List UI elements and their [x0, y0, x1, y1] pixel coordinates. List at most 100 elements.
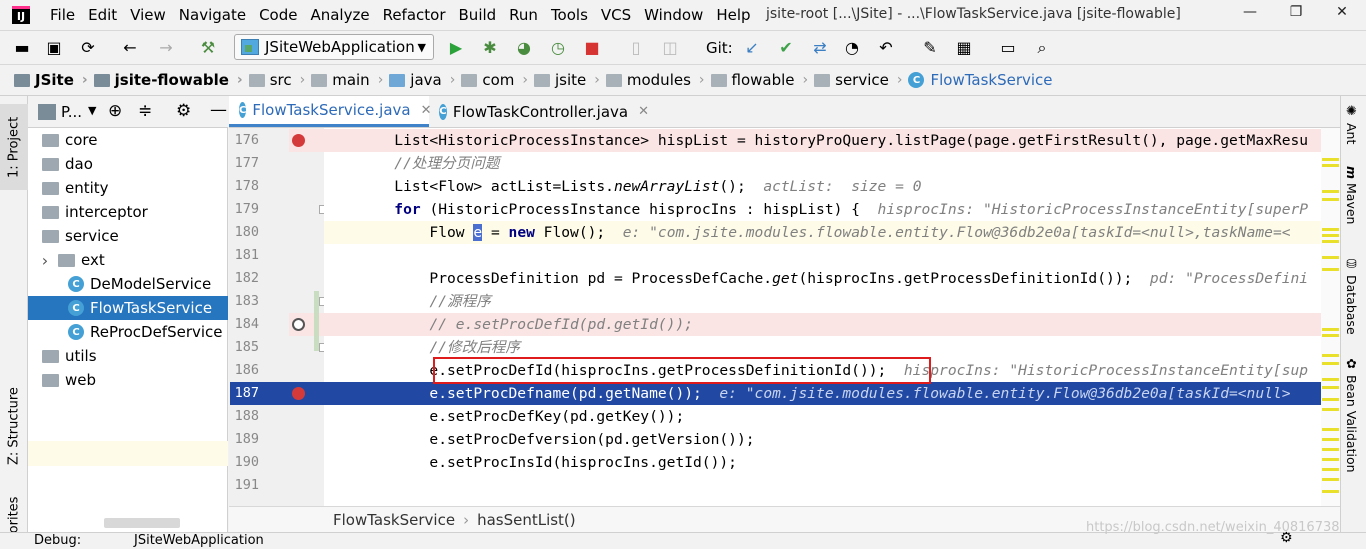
tree-item-service[interactable]: service — [28, 224, 228, 248]
code-line[interactable] — [324, 474, 1340, 497]
tree-item-dao[interactable]: dao — [28, 152, 228, 176]
line-number[interactable]: 177 — [229, 152, 259, 175]
run-configuration-select[interactable]: JSiteWebApplication ▼ — [234, 34, 434, 60]
debug-bug-icon[interactable]: ✱ — [480, 38, 500, 58]
editor-gutter[interactable]: 176 177 178 179 180 181 182 183 184 185 186 187 188 1… — [229, 128, 328, 506]
code-line[interactable]: e.setProcDefname(pd.getName()); e: "com.… — [324, 382, 1340, 405]
disabled-breakpoint-icon[interactable] — [292, 318, 305, 331]
line-number[interactable]: 191 — [229, 474, 259, 497]
line-number[interactable]: 189 — [229, 428, 259, 451]
stop-icon[interactable]: ■ — [582, 38, 602, 58]
menu-code[interactable]: Code — [259, 6, 297, 24]
stripe-mark[interactable] — [1322, 354, 1339, 357]
stripe-mark[interactable] — [1322, 468, 1339, 471]
stripe-mark[interactable] — [1322, 334, 1339, 337]
debug-label[interactable]: Debug: — [34, 533, 81, 548]
project-view-select[interactable]: P... — [61, 103, 82, 121]
menu-navigate[interactable]: Navigate — [179, 6, 246, 24]
terminal-icon[interactable]: ▭ — [998, 38, 1018, 58]
crumb-service[interactable]: service › — [814, 71, 902, 89]
line-number[interactable]: 176 — [229, 129, 259, 152]
code-line[interactable]: e.setProcInsId(hisprocIns.getId()); — [324, 451, 1340, 474]
menu-view[interactable]: View — [130, 6, 166, 24]
close-window-icon[interactable]: ✕ — [1330, 4, 1354, 26]
profile-icon[interactable]: ◷ — [548, 38, 568, 58]
code-line[interactable]: //处理分页问题 — [324, 152, 1340, 175]
line-number[interactable]: 183 — [229, 290, 259, 313]
locate-target-icon[interactable]: ⊕ — [108, 101, 122, 121]
editor-error-stripe[interactable] — [1321, 128, 1340, 506]
stripe-mark[interactable] — [1322, 190, 1339, 193]
code-line[interactable]: e.setProcDefKey(pd.getKey()); — [324, 405, 1340, 428]
line-number[interactable]: 184 — [229, 313, 259, 336]
crumb-src[interactable]: src › — [248, 71, 305, 89]
crumb-jsite-pkg[interactable]: jsite › — [534, 71, 600, 89]
breakpoint-icon[interactable] — [292, 134, 305, 147]
menu-file[interactable]: File — [50, 6, 75, 24]
stripe-mark[interactable] — [1322, 268, 1339, 271]
crumb-modules[interactable]: modules › — [605, 71, 705, 89]
tree-item-core[interactable]: core — [28, 128, 228, 152]
run-icon[interactable]: ▶ — [446, 38, 466, 58]
stripe-mark[interactable] — [1322, 158, 1339, 161]
line-number[interactable]: 187 — [229, 382, 259, 405]
chevron-down-icon[interactable]: ▼ — [88, 104, 96, 117]
stripe-mark[interactable] — [1322, 478, 1339, 481]
tree-item-utils[interactable]: utils — [28, 344, 228, 368]
open-folder-icon[interactable]: ▬ — [12, 38, 32, 58]
search-icon[interactable]: ⌕ — [1032, 38, 1052, 58]
line-number[interactable]: 190 — [229, 451, 259, 474]
stripe-mark[interactable] — [1322, 490, 1339, 493]
tree-item-interceptor[interactable]: interceptor — [28, 200, 228, 224]
save-icon[interactable]: ▣ — [44, 38, 64, 58]
code-editor[interactable]: List<HistoricProcessInstance> hispList =… — [324, 128, 1340, 506]
tab-structure[interactable]: Z: Structure — [0, 376, 28, 476]
vcs-change-marker[interactable] — [314, 291, 319, 351]
tree-item-web[interactable]: web — [28, 368, 228, 392]
code-line[interactable]: List<HistoricProcessInstance> hispList =… — [324, 129, 1340, 152]
crumb-method[interactable]: hasSentList() — [477, 511, 576, 529]
stripe-mark[interactable] — [1322, 362, 1339, 365]
line-number[interactable]: 185 — [229, 336, 259, 359]
code-line[interactable]: e.setProcDefversion(pd.getVersion()); — [324, 428, 1340, 451]
stripe-mark[interactable] — [1322, 328, 1339, 331]
line-number[interactable]: 182 — [229, 267, 259, 290]
project-structure-icon[interactable]: ▦ — [954, 38, 974, 58]
back-arrow-icon[interactable]: ← — [120, 38, 140, 58]
menu-vcs[interactable]: VCS — [601, 6, 631, 24]
line-number[interactable]: 181 — [229, 244, 259, 267]
stripe-mark[interactable] — [1322, 386, 1339, 389]
coverage-icon[interactable]: ◕ — [514, 38, 534, 58]
tab-ant[interactable]: ✺ Ant — [1344, 104, 1359, 144]
debug-config-tab[interactable]: JSiteWebApplication — [134, 533, 264, 548]
collapse-all-icon[interactable]: ≑ — [138, 101, 152, 121]
tab-bean-validation[interactable]: ✿ Bean Validation — [1344, 356, 1359, 473]
stripe-mark[interactable] — [1322, 198, 1339, 201]
menu-edit[interactable]: Edit — [88, 6, 117, 24]
stripe-mark[interactable] — [1322, 398, 1339, 401]
tree-item-entity[interactable]: entity — [28, 176, 228, 200]
stripe-mark[interactable] — [1322, 164, 1339, 167]
hide-panel-icon[interactable]: — — [210, 100, 227, 120]
forward-arrow-icon[interactable]: → — [156, 38, 176, 58]
menu-analyze[interactable]: Analyze — [310, 6, 369, 24]
stripe-mark[interactable] — [1322, 256, 1339, 259]
stripe-mark[interactable] — [1322, 228, 1339, 231]
code-line[interactable]: ProcessDefinition pd = ProcessDefCache.g… — [324, 267, 1340, 290]
crumb-flowable[interactable]: flowable › — [710, 71, 808, 89]
tab-database[interactable]: ⛁ Database — [1344, 256, 1359, 335]
close-tab-icon[interactable]: ✕ — [638, 104, 649, 119]
stripe-mark[interactable] — [1322, 234, 1339, 237]
line-number[interactable]: 180 — [229, 221, 259, 244]
stripe-mark[interactable] — [1322, 438, 1339, 441]
menu-window[interactable]: Window — [644, 6, 703, 24]
crumb-java[interactable]: java › — [389, 71, 455, 89]
tree-item-reprocdefservice[interactable]: C ReProcDefService — [28, 320, 228, 344]
crumb-flowtaskservice[interactable]: C FlowTaskService — [908, 71, 1053, 89]
menu-help[interactable]: Help — [716, 6, 750, 24]
git-commit-icon[interactable]: ✔ — [776, 38, 796, 58]
code-line[interactable]: List<Flow> actList=Lists.newArrayList();… — [324, 175, 1340, 198]
stripe-mark[interactable] — [1322, 458, 1339, 461]
tree-item-demodelservice[interactable]: C DeModelService — [28, 272, 228, 296]
tab-maven[interactable]: m Maven — [1344, 166, 1359, 224]
